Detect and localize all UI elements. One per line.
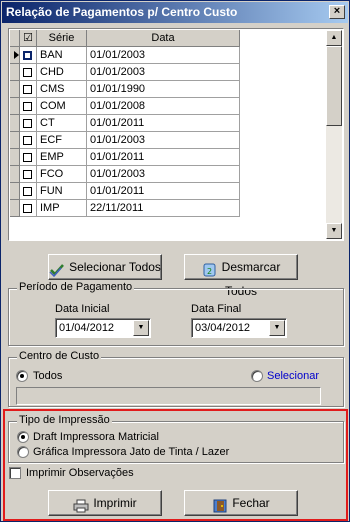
window-title: Relação de Pagamentos p/ Centro Custo <box>6 5 238 19</box>
end-date-value: 03/04/2012 <box>195 322 251 334</box>
data-cell: 01/01/2011 <box>87 149 240 166</box>
data-cell: 01/01/2008 <box>87 98 240 115</box>
centro-group: Centro de Custo Todos Selecionar <box>8 350 344 407</box>
start-date-value: 01/04/2012 <box>59 322 115 334</box>
title-bar: Relação de Pagamentos p/ Centro Custo × <box>2 2 348 23</box>
row-indicator <box>10 166 20 183</box>
start-date-label: Data Inicial <box>55 303 110 315</box>
scroll-down-button[interactable]: ▼ <box>326 223 342 239</box>
deselect-all-button[interactable]: 2 Desmarcar Todos <box>184 254 298 298</box>
data-cell: 22/11/2011 <box>87 200 240 217</box>
serie-cell: ECF <box>37 132 87 149</box>
data-cell: 01/01/2003 <box>87 64 240 81</box>
row-checkbox[interactable] <box>23 102 32 111</box>
serie-cell: BAN <box>37 47 87 64</box>
svg-text:2: 2 <box>207 267 212 276</box>
end-date-picker[interactable]: 03/04/2012 ▼ <box>191 318 287 338</box>
periodo-group: Período de Pagamento Data Inicial 01/04/… <box>8 281 344 346</box>
end-date-label: Data Final <box>191 303 242 315</box>
data-cell: 01/01/2011 <box>87 115 240 132</box>
row-checkbox-cell[interactable] <box>20 149 37 166</box>
todos-radio[interactable] <box>16 370 28 382</box>
series-grid[interactable]: ☑ Série Data BAN 01/01/2003 CHD 01/01/2003 C… <box>8 28 344 241</box>
periodo-legend: Período de Pagamento <box>17 281 135 293</box>
row-checkbox-cell[interactable] <box>20 183 37 200</box>
row-checkbox-cell[interactable] <box>20 81 37 98</box>
check-column-header[interactable]: ☑ <box>20 30 37 47</box>
data-cell: 01/01/2003 <box>87 47 240 64</box>
check-icon <box>49 261 65 277</box>
serie-cell: COM <box>37 98 87 115</box>
row-indicator <box>10 64 20 81</box>
start-date-dropdown-icon[interactable]: ▼ <box>133 320 149 336</box>
end-date-dropdown-icon[interactable]: ▼ <box>269 320 285 336</box>
row-checkbox[interactable] <box>23 85 32 94</box>
select-all-label: Selecionar Todos <box>69 260 161 274</box>
data-cell: 01/01/1990 <box>87 81 240 98</box>
row-checkbox[interactable] <box>23 119 32 128</box>
data-column-header[interactable]: Data <box>87 30 240 47</box>
grid-scrollbar[interactable]: ▲ ▼ <box>326 30 342 239</box>
serie-cell: EMP <box>37 149 87 166</box>
row-checkbox[interactable] <box>23 153 32 162</box>
row-indicator-header <box>10 30 20 47</box>
row-checkbox[interactable] <box>23 204 32 213</box>
row-indicator <box>10 132 20 149</box>
row-checkbox-cell[interactable] <box>20 115 37 132</box>
close-window-button[interactable]: × <box>329 5 345 19</box>
scroll-up-button[interactable]: ▲ <box>326 30 342 46</box>
row-checkbox-cell[interactable] <box>20 200 37 217</box>
select-all-button[interactable]: Selecionar Todos <box>48 254 162 280</box>
row-indicator <box>10 47 20 64</box>
start-date-picker[interactable]: 01/04/2012 ▼ <box>55 318 151 338</box>
row-checkbox[interactable] <box>23 136 32 145</box>
centro-legend: Centro de Custo <box>17 350 102 362</box>
row-checkbox[interactable] <box>23 68 32 77</box>
serie-cell: CMS <box>37 81 87 98</box>
data-cell: 01/01/2003 <box>87 166 240 183</box>
row-checkbox-cell[interactable] <box>20 166 37 183</box>
row-checkbox-cell[interactable] <box>20 132 37 149</box>
serie-cell: CHD <box>37 64 87 81</box>
centro-selection-field <box>16 387 321 405</box>
serie-cell: FCO <box>37 166 87 183</box>
todos-label[interactable]: Todos <box>33 370 62 382</box>
deselect-icon: 2 <box>202 261 218 277</box>
serie-column-header[interactable]: Série <box>37 30 87 47</box>
serie-cell: IMP <box>37 200 87 217</box>
row-indicator <box>10 200 20 217</box>
highlight-box <box>3 409 348 521</box>
row-checkbox-cell[interactable] <box>20 64 37 81</box>
row-indicator <box>10 81 20 98</box>
row-checkbox-cell[interactable] <box>20 98 37 115</box>
row-indicator <box>10 115 20 132</box>
selecionar-label[interactable]: Selecionar <box>267 370 319 382</box>
data-cell: 01/01/2011 <box>87 183 240 200</box>
serie-cell: FUN <box>37 183 87 200</box>
row-checkbox-cell[interactable] <box>20 47 37 64</box>
serie-cell: CT <box>37 115 87 132</box>
row-indicator <box>10 149 20 166</box>
scroll-thumb[interactable] <box>326 46 342 126</box>
row-checkbox[interactable] <box>23 170 32 179</box>
row-indicator <box>10 98 20 115</box>
row-checkbox[interactable] <box>23 187 32 196</box>
row-indicator <box>10 183 20 200</box>
selecionar-radio[interactable] <box>251 370 263 382</box>
row-checkbox[interactable] <box>23 51 32 60</box>
main-window: Relação de Pagamentos p/ Centro Custo × … <box>0 0 350 522</box>
data-cell: 01/01/2003 <box>87 132 240 149</box>
